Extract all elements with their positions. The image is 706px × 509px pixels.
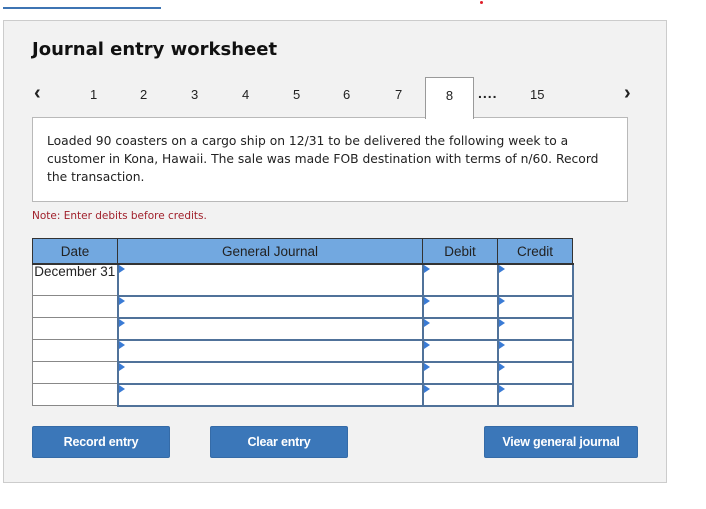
dropdown-marker-icon [118, 384, 125, 393]
worksheet-pager: ‹ 1 2 3 4 5 6 7 8 .... 15 › [4, 77, 666, 119]
header-debit: Debit [422, 238, 498, 265]
page-title: Journal entry worksheet [32, 39, 278, 60]
dropdown-marker-icon [118, 296, 125, 305]
chevron-right-icon[interactable]: › [624, 82, 631, 105]
debit-input[interactable] [421, 294, 499, 319]
page-5[interactable]: 5 [293, 87, 300, 102]
credit-input[interactable] [496, 263, 574, 297]
page-7[interactable]: 7 [395, 87, 402, 102]
dropdown-marker-icon [118, 318, 125, 327]
page-6[interactable]: 6 [343, 87, 350, 102]
header-date: Date [32, 238, 118, 265]
date-cell[interactable] [32, 339, 118, 362]
debit-input[interactable] [421, 360, 499, 385]
dropdown-marker-icon [498, 265, 505, 273]
debit-input[interactable] [421, 338, 499, 363]
dropdown-marker-icon [118, 265, 125, 273]
account-input[interactable] [116, 360, 424, 385]
debit-input[interactable] [421, 263, 499, 297]
page-2[interactable]: 2 [140, 87, 147, 102]
header-credit: Credit [497, 238, 573, 265]
table-row [32, 360, 574, 385]
page-3[interactable]: 3 [191, 87, 198, 102]
page-4[interactable]: 4 [242, 87, 249, 102]
dropdown-marker-icon [423, 318, 430, 327]
account-input[interactable] [116, 263, 424, 297]
table-header-row: Date General Journal Debit Credit [32, 238, 573, 265]
journal-table: Date General Journal Debit Credit Decemb… [32, 238, 574, 407]
dropdown-marker-icon [498, 318, 505, 327]
date-cell[interactable] [32, 317, 118, 340]
dropdown-marker-icon [423, 340, 430, 349]
journal-worksheet-panel: Journal entry worksheet ‹ 1 2 3 4 5 6 7 … [3, 20, 667, 483]
table-row [32, 316, 574, 341]
dropdown-marker-icon [423, 296, 430, 305]
account-input[interactable] [116, 294, 424, 319]
table-row [32, 338, 574, 363]
dropdown-marker-icon [498, 384, 505, 393]
credit-input[interactable] [496, 338, 574, 363]
header-general-journal: General Journal [117, 238, 423, 265]
debit-input[interactable] [421, 382, 499, 407]
transaction-description: Loaded 90 coasters on a cargo ship on 12… [32, 117, 628, 202]
account-input[interactable] [116, 316, 424, 341]
dropdown-marker-icon [498, 296, 505, 305]
credit-input[interactable] [496, 360, 574, 385]
top-tab-indicator [3, 7, 161, 9]
debit-input[interactable] [421, 316, 499, 341]
dropdown-marker-icon [498, 362, 505, 371]
account-input[interactable] [116, 338, 424, 363]
date-cell[interactable]: December 31 [32, 263, 118, 296]
instruction-note: Note: Enter debits before credits. [32, 210, 207, 222]
dropdown-marker-icon [118, 362, 125, 371]
dropdown-marker-icon [118, 340, 125, 349]
date-cell[interactable] [32, 383, 118, 406]
dropdown-marker-icon [423, 384, 430, 393]
table-row [32, 382, 574, 407]
dropdown-marker-icon [423, 362, 430, 371]
clear-entry-button[interactable]: Clear entry [210, 426, 348, 458]
status-dot [480, 1, 483, 4]
table-row: December 31 [32, 263, 574, 297]
page-15[interactable]: 15 [530, 87, 544, 102]
page-ellipsis: .... [478, 85, 498, 101]
date-cell[interactable] [32, 361, 118, 384]
page-8-active[interactable]: 8 [425, 77, 474, 119]
account-input[interactable] [116, 382, 424, 407]
date-cell[interactable] [32, 295, 118, 318]
credit-input[interactable] [496, 294, 574, 319]
credit-input[interactable] [496, 316, 574, 341]
table-row [32, 294, 574, 319]
dropdown-marker-icon [423, 265, 430, 273]
page-1[interactable]: 1 [90, 87, 97, 102]
record-entry-button[interactable]: Record entry [32, 426, 170, 458]
chevron-left-icon[interactable]: ‹ [34, 82, 41, 105]
view-general-journal-button[interactable]: View general journal [484, 426, 638, 458]
credit-input[interactable] [496, 382, 574, 407]
dropdown-marker-icon [498, 340, 505, 349]
